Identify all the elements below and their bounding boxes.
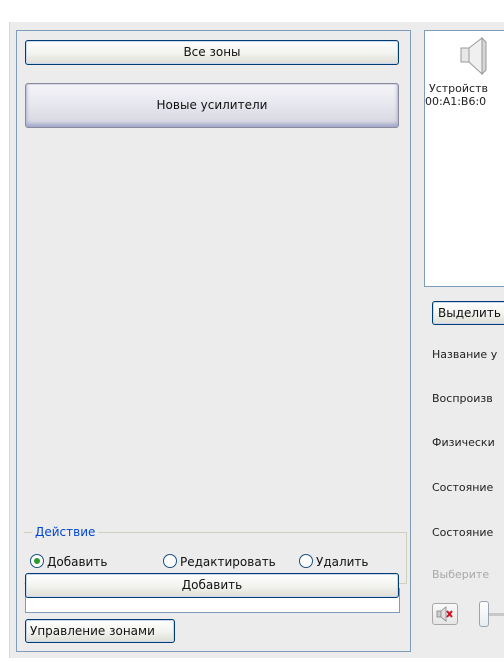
volume-slider-thumb[interactable] — [479, 601, 489, 627]
select-button[interactable]: Выделить — [432, 301, 504, 325]
hint-label: Выберите — [432, 568, 490, 581]
device-name-text: Устройств — [429, 82, 488, 95]
speaker-icon[interactable] — [458, 36, 488, 76]
property-label: Состояние — [432, 526, 494, 539]
device-mac-text: 00:A1:B6:0 — [425, 95, 487, 108]
device-label[interactable]: Устройств 00:A1:B6:0 — [425, 82, 504, 108]
speaker-mute-icon — [436, 606, 453, 622]
property-label: Состояние — [432, 481, 494, 494]
right-panel: Устройств 00:A1:B6:0 Выделить Название у… — [0, 0, 504, 662]
property-label: Физически — [432, 436, 495, 449]
volume-slider-track[interactable] — [489, 613, 504, 616]
property-label: Название у — [432, 348, 498, 361]
property-label: Воспроизв — [432, 392, 493, 405]
mute-button[interactable] — [432, 603, 458, 625]
